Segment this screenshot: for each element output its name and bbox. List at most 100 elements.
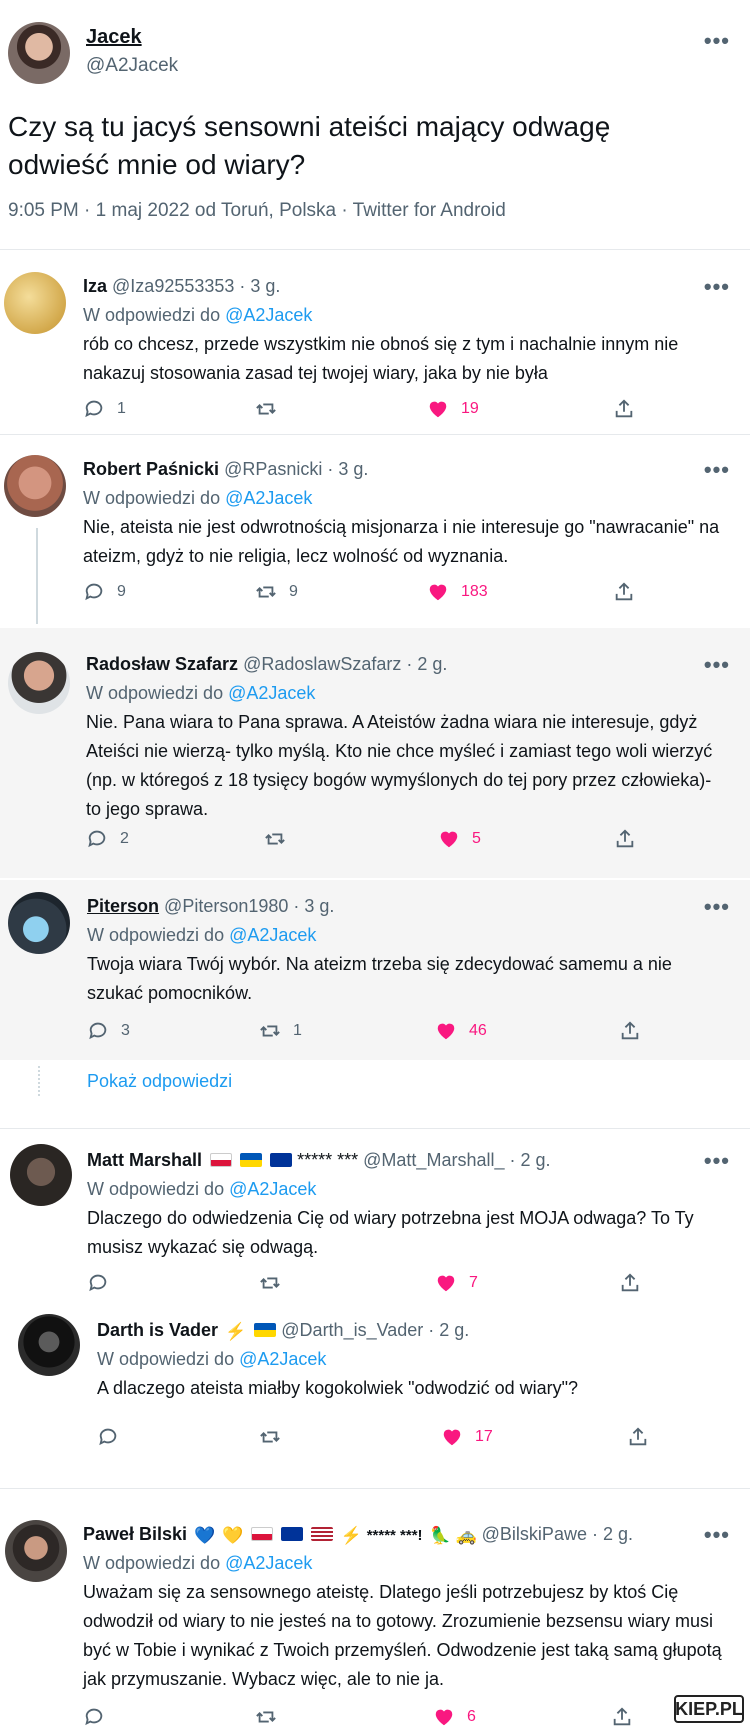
usa-flag-icon [311,1527,334,1541]
retweet-button[interactable] [259,1426,293,1448]
author-name[interactable]: Iza [83,276,107,296]
share-icon [615,582,633,601]
avatar[interactable] [18,1314,80,1376]
mention-link[interactable]: @A2Jacek [225,488,312,508]
reply-text: Uważam się za sensownego ateistę. Dlateg… [83,1582,722,1689]
like-button[interactable]: 5 [438,828,481,850]
reply-tweet[interactable]: Robert Paśnicki @RPasnicki · 3 g. ••• W … [0,435,750,625]
retweet-icon [260,1431,280,1443]
reply-button[interactable] [97,1426,131,1448]
thread-line-dotted [38,1066,40,1096]
author-handle[interactable]: @Iza92553353 · 3 g. [112,276,280,296]
reply-count: 3 [121,1022,130,1039]
share-button[interactable] [619,1272,641,1294]
reply-tweet[interactable]: Radosław Szafarz @RadoslawSzafarz · 2 g.… [0,628,750,878]
like-count: 17 [475,1428,493,1445]
more-icon[interactable]: ••• [704,654,730,676]
watermark-logo: KIEP.PL [674,1695,744,1723]
like-button[interactable]: 46 [435,1020,487,1042]
main-tweet: Jacek @A2Jacek ••• Czy są tu jacyś senso… [0,0,750,250]
reply-tweet[interactable]: Matt Marshall ***** *** @Matt_Marshall_ … [0,1130,750,1310]
share-button[interactable] [627,1426,649,1448]
retweet-button[interactable] [264,828,298,850]
more-icon[interactable]: ••• [704,896,730,918]
reply-count: 9 [117,583,126,600]
divider [0,1488,750,1489]
reply-icon [88,830,106,848]
mention-link[interactable]: @A2Jacek [225,305,312,325]
author-handle[interactable]: @Matt_Marshall_ · 2 g. [363,1150,550,1170]
in-reply-to: W odpowiedzi do @A2Jacek [83,488,313,508]
avatar[interactable] [4,272,66,334]
reply-button[interactable]: 9 [83,581,126,603]
author-handle[interactable]: @RPasnicki · 3 g. [224,459,368,479]
avatar[interactable] [5,1520,67,1582]
share-button[interactable] [613,581,635,603]
poland-flag-icon [210,1153,233,1167]
retweet-button[interactable] [259,1272,293,1294]
in-reply-to: W odpowiedzi do @A2Jacek [87,1179,317,1199]
author-name[interactable]: Robert Paśnicki [83,459,219,479]
mention-link[interactable]: @A2Jacek [225,1553,312,1573]
in-reply-to: W odpowiedzi do @A2Jacek [86,683,316,703]
show-replies-link[interactable]: Pokaż odpowiedzi [87,1071,232,1092]
like-button[interactable]: 183 [427,581,488,603]
reply-button[interactable] [87,1272,121,1294]
share-button[interactable] [619,1020,641,1042]
reply-button[interactable]: 2 [86,828,129,850]
like-button[interactable]: 7 [435,1272,478,1294]
mention-link[interactable]: @A2Jacek [228,683,315,703]
author-name[interactable]: Matt Marshall [87,1150,202,1170]
more-icon[interactable]: ••• [704,30,730,52]
more-icon[interactable]: ••• [704,459,730,481]
more-icon[interactable]: ••• [704,1524,730,1546]
mention-link[interactable]: @A2Jacek [229,1179,316,1199]
reply-tweet[interactable]: Darth is Vader ⚡ @Darth_is_Vader · 2 g. … [0,1310,750,1460]
author-handle[interactable]: @Piterson1980 · 3 g. [164,896,334,916]
retweet-button[interactable]: 1 [259,1020,302,1042]
author-name[interactable]: Piterson [87,896,159,916]
reply-button[interactable]: 1 [83,398,126,420]
share-button[interactable] [614,828,636,850]
like-button[interactable]: 17 [441,1426,493,1448]
author-handle[interactable]: @A2Jacek [86,55,178,77]
avatar[interactable] [8,22,70,84]
author-handle[interactable]: @BilskiPawe · 2 g. [482,1524,633,1544]
avatar[interactable] [8,652,70,714]
like-count: 6 [467,1708,476,1725]
heart-icon [435,1709,453,1726]
author-name[interactable]: Paweł Bilski [83,1524,187,1544]
retweet-button[interactable] [255,1706,289,1728]
avatar[interactable] [4,455,66,517]
share-button[interactable] [611,1706,633,1728]
mention-link[interactable]: @A2Jacek [229,925,316,945]
more-icon[interactable]: ••• [704,276,730,298]
reply-tweet[interactable]: Iza @Iza92553353 · 3 g. ••• W odpowiedzi… [0,252,750,434]
reply-icon [85,1708,103,1726]
avatar[interactable] [10,1144,72,1206]
share-button[interactable] [613,398,635,420]
mention-link[interactable]: @A2Jacek [239,1349,326,1369]
reply-button[interactable] [83,1706,117,1728]
like-count: 19 [461,400,479,417]
reply-icon [99,1428,117,1446]
like-button[interactable]: 19 [427,398,479,420]
reply-tweet[interactable]: Piterson @Piterson1980 · 3 g. ••• W odpo… [0,880,750,1060]
reply-header: Radosław Szafarz @RadoslawSzafarz · 2 g. [86,654,447,675]
lightning-icon: ⚡ [340,1526,362,1545]
author-handle[interactable]: @Darth_is_Vader · 2 g. [281,1320,469,1340]
author-name[interactable]: Jacek [86,26,142,49]
action-bar: 6 [83,1706,643,1729]
retweet-button[interactable]: 9 [255,581,298,603]
like-button[interactable]: 6 [433,1706,476,1728]
retweet-button[interactable] [255,398,289,420]
reply-text: Twoja wiara Twój wybór. Na ateizm trzeba… [87,954,672,1003]
reply-button[interactable]: 3 [87,1020,130,1042]
author-name[interactable]: Radosław Szafarz [86,654,238,674]
author-handle[interactable]: @RadoslawSzafarz · 2 g. [243,654,447,674]
author-name[interactable]: Darth is Vader [97,1320,218,1340]
tweet-meta: 9:05 PM · 1 maj 2022 od Toruń, Polska · … [8,200,506,221]
avatar[interactable] [8,892,70,954]
more-icon[interactable]: ••• [704,1150,730,1172]
reply-tweet[interactable]: Paweł Bilski 💙 💛 ⚡ ***** ***! 🦜 🚕 @Bilsk… [0,1500,750,1729]
